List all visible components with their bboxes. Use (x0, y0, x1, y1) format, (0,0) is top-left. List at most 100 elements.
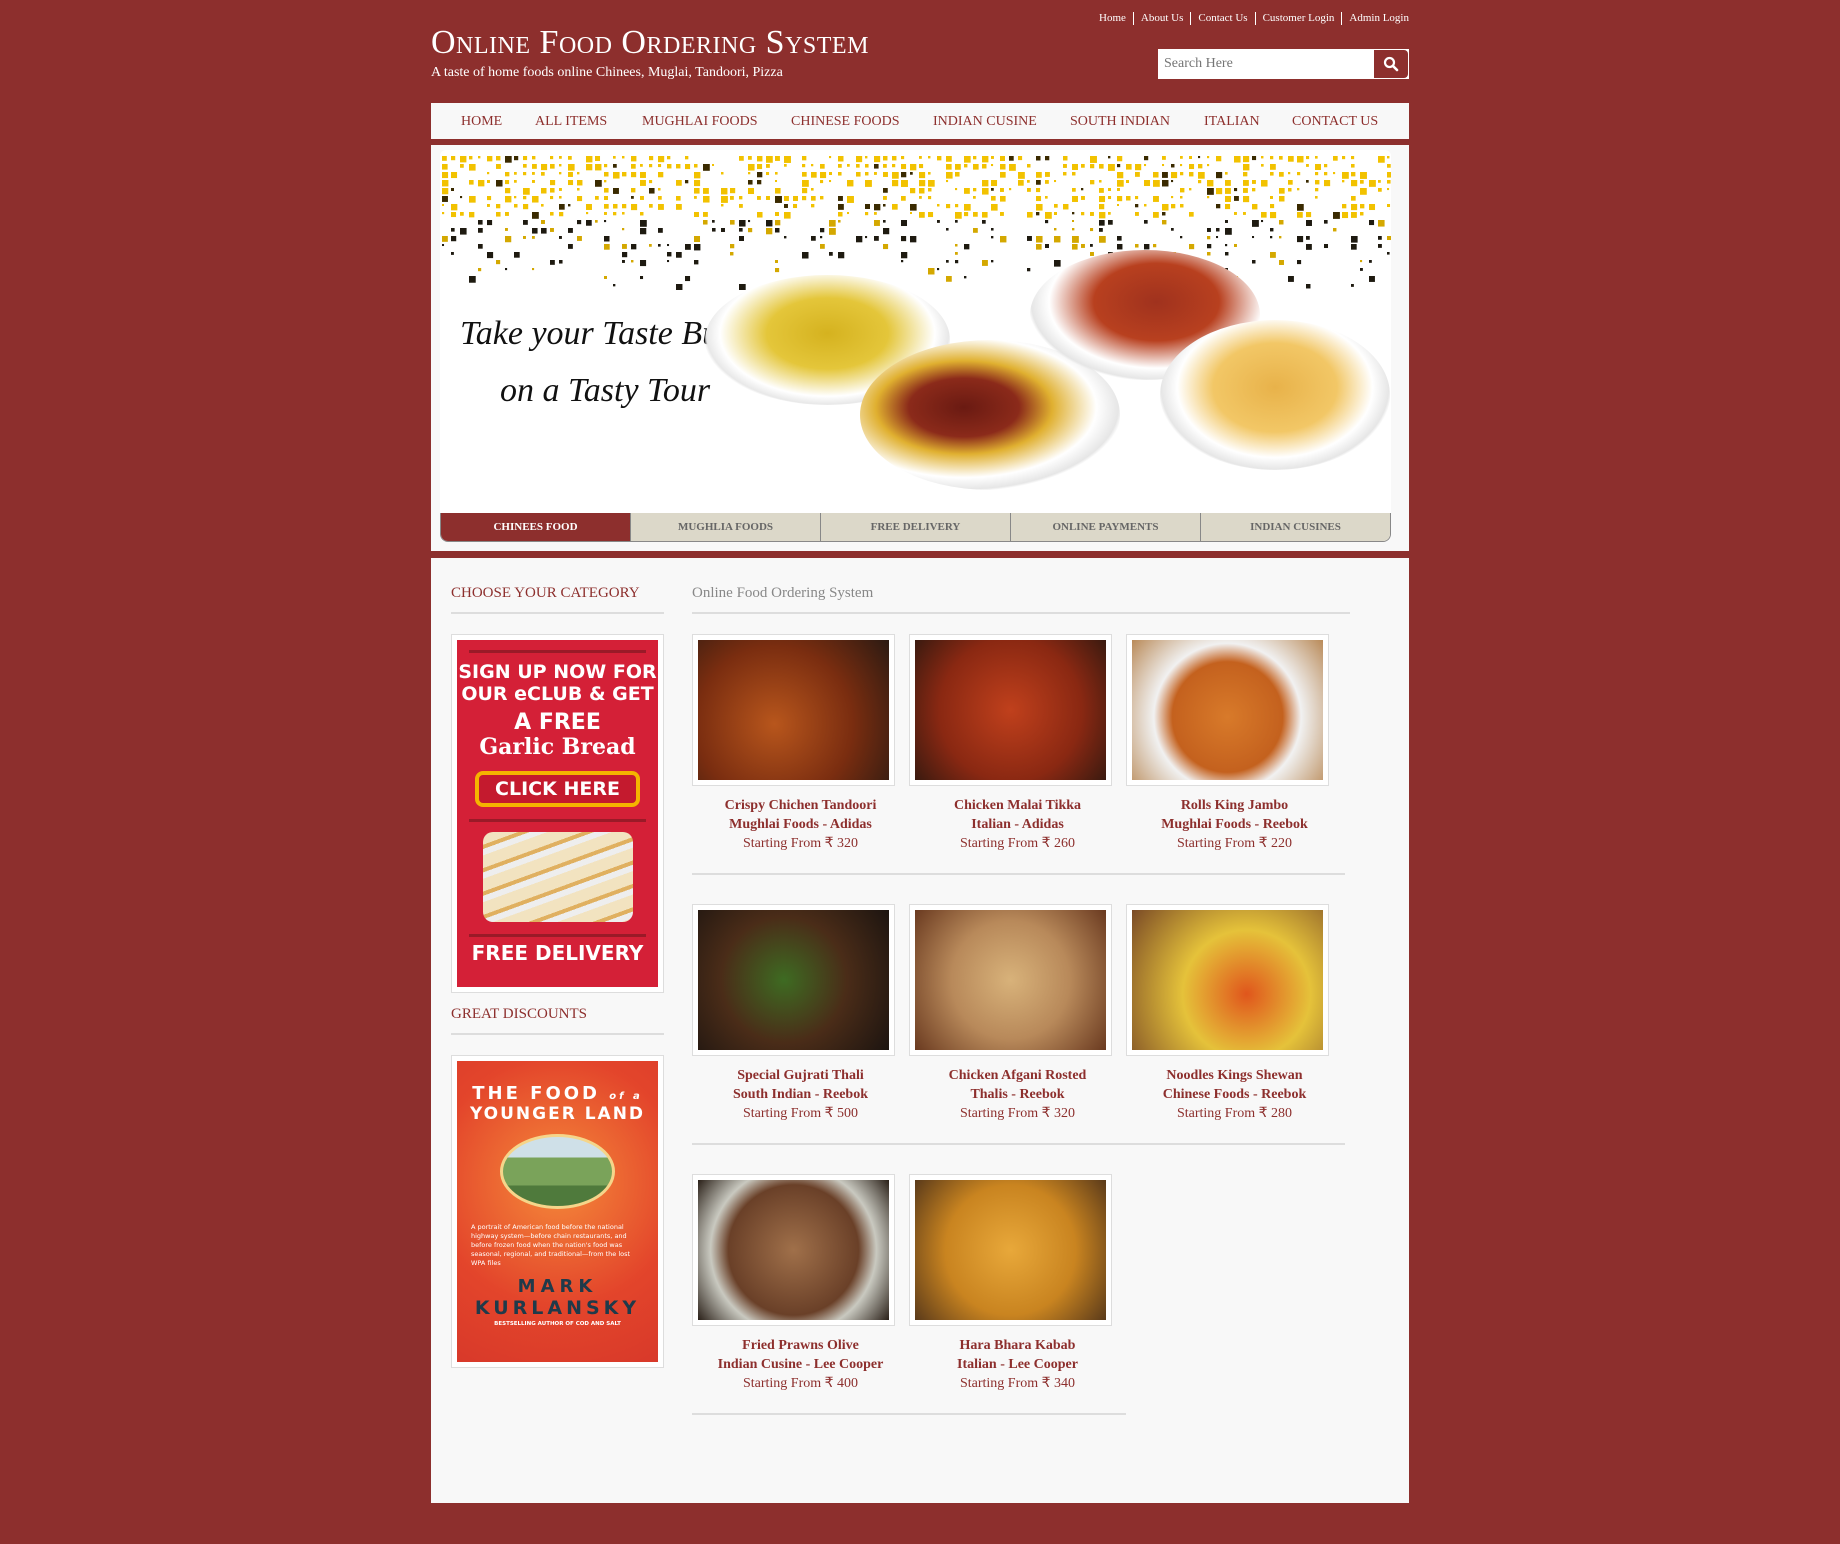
product-card[interactable] (692, 1174, 895, 1326)
confetti-dot (1099, 188, 1104, 193)
confetti-dot (631, 164, 636, 169)
top-link-admin-login[interactable]: Admin Login (1341, 12, 1409, 25)
banner-tab-indian-cusines[interactable]: INDIAN CUSINES (1200, 513, 1390, 541)
confetti-dot (1018, 172, 1025, 179)
nav-south-indian[interactable]: SOUTH INDIAN (1070, 114, 1170, 130)
confetti-dot (631, 260, 634, 263)
confetti-dot (1144, 156, 1149, 161)
book-title-1: THE FOOD of a (472, 1083, 643, 1104)
top-link-contact[interactable]: Contact Us (1190, 12, 1254, 25)
confetti-dot (685, 180, 689, 184)
confetti-dot (991, 164, 994, 167)
confetti-dot (577, 196, 583, 202)
product-card[interactable] (909, 634, 1112, 786)
nav-chinese-foods[interactable]: CHINESE FOODS (791, 114, 900, 130)
confetti-dot (1171, 228, 1174, 231)
top-link-home[interactable]: Home (1092, 12, 1133, 25)
confetti-dot (1189, 156, 1193, 160)
product-card[interactable] (909, 904, 1112, 1056)
nav-mughlai-foods[interactable]: MUGHLAI FOODS (642, 114, 758, 130)
banner-tab-chinees-food[interactable]: CHINEES FOOD (441, 513, 630, 541)
confetti-dot (541, 220, 545, 224)
confetti-dot (802, 172, 807, 177)
confetti-dot (838, 172, 842, 176)
product-card[interactable] (1126, 904, 1329, 1056)
ad-click-here-button[interactable]: CLICK HERE (475, 771, 640, 807)
confetti-dot (1369, 220, 1375, 226)
confetti-dot (1315, 172, 1319, 176)
confetti-dot (1180, 196, 1183, 199)
nav-all-items[interactable]: ALL ITEMS (535, 114, 607, 130)
confetti-dot (946, 228, 949, 231)
confetti-dot (1270, 212, 1277, 219)
product-name[interactable]: Noodles Kings Shewan (1126, 1066, 1343, 1085)
confetti-dot (676, 252, 682, 258)
nav-home[interactable]: HOME (461, 114, 502, 130)
confetti-dot (883, 196, 887, 200)
product-name[interactable]: Chicken Afgani Rosted (909, 1066, 1126, 1085)
confetti-dot (442, 236, 448, 242)
confetti-dot (1099, 236, 1106, 243)
confetti-dot (955, 188, 958, 191)
confetti-dot (496, 204, 501, 209)
confetti-dot (748, 188, 755, 195)
product-card[interactable] (692, 634, 895, 786)
book-ad[interactable]: THE FOOD of a YOUNGER LAND A portrait of… (451, 1055, 664, 1368)
product-price: Starting From ₹ 220 (1176, 836, 1293, 851)
confetti-dot (1378, 180, 1381, 183)
confetti-dot (712, 228, 716, 232)
confetti-dot (1243, 172, 1248, 177)
banner-slide[interactable]: Take your Taste Buds on a Tasty Tour (440, 150, 1391, 513)
product-card[interactable] (692, 904, 895, 1056)
confetti-dot (1180, 172, 1184, 176)
banner-tab-mughlia-foods[interactable]: MUGHLIA FOODS (630, 513, 820, 541)
product-name[interactable]: Fried Prawns Olive (692, 1336, 909, 1355)
confetti-dot (955, 220, 958, 223)
site-title[interactable]: Online Food Ordering System (431, 24, 869, 62)
confetti-dot (901, 260, 904, 263)
confetti-dot (604, 188, 609, 193)
top-link-about[interactable]: About Us (1132, 12, 1190, 25)
confetti-dot (1342, 212, 1349, 219)
nav-contact-us[interactable]: CONTACT US (1292, 114, 1378, 130)
banner-tab-online-payments[interactable]: ONLINE PAYMENTS (1010, 513, 1200, 541)
confetti-dot (856, 236, 863, 243)
confetti-dot (919, 172, 926, 179)
confetti-dot (1369, 180, 1376, 187)
confetti-dot (1000, 236, 1007, 243)
confetti-dot (847, 196, 854, 203)
confetti-dot (658, 244, 661, 247)
confetti-dot (1243, 212, 1246, 215)
search-input[interactable] (1159, 50, 1374, 78)
top-link-customer-login[interactable]: Customer Login (1254, 12, 1342, 25)
confetti-dot (1108, 188, 1112, 192)
product-name[interactable]: Crispy Chichen Tandoori (692, 796, 909, 815)
confetti-dot (1099, 180, 1102, 183)
confetti-dot (1378, 236, 1382, 240)
product-name[interactable]: Chicken Malai Tikka (909, 796, 1126, 815)
confetti-dot (1117, 244, 1123, 250)
confetti-dot (856, 156, 863, 163)
confetti-dot (991, 260, 994, 263)
row-divider (692, 1143, 1345, 1145)
confetti-dot (874, 172, 877, 175)
confetti-dot (487, 156, 493, 162)
confetti-dot (1171, 204, 1176, 209)
product-card[interactable] (909, 1174, 1112, 1326)
confetti-dot (1054, 212, 1058, 216)
confetti-dot (541, 228, 547, 234)
nav-indian-cusine[interactable]: INDIAN CUSINE (933, 114, 1037, 130)
book-author-2: KURLANSKY (474, 1297, 641, 1319)
product-name[interactable]: Special Gujrati Thali (692, 1066, 909, 1085)
confetti-dot (1072, 212, 1075, 215)
confetti-dot (1081, 196, 1085, 200)
nav-italian[interactable]: ITALIAN (1204, 114, 1260, 130)
product-card[interactable] (1126, 634, 1329, 786)
eclub-ad[interactable]: SIGN UP NOW FOR OUR eCLUB & GET A FREE G… (451, 634, 664, 993)
confetti-dot (1054, 180, 1057, 183)
banner-tab-free-delivery[interactable]: FREE DELIVERY (820, 513, 1010, 541)
search-button[interactable] (1374, 50, 1408, 78)
product-name[interactable]: Rolls King Jambo (1126, 796, 1343, 815)
confetti-dot (1351, 180, 1358, 187)
product-name[interactable]: Hara Bhara Kabab (909, 1336, 1126, 1355)
